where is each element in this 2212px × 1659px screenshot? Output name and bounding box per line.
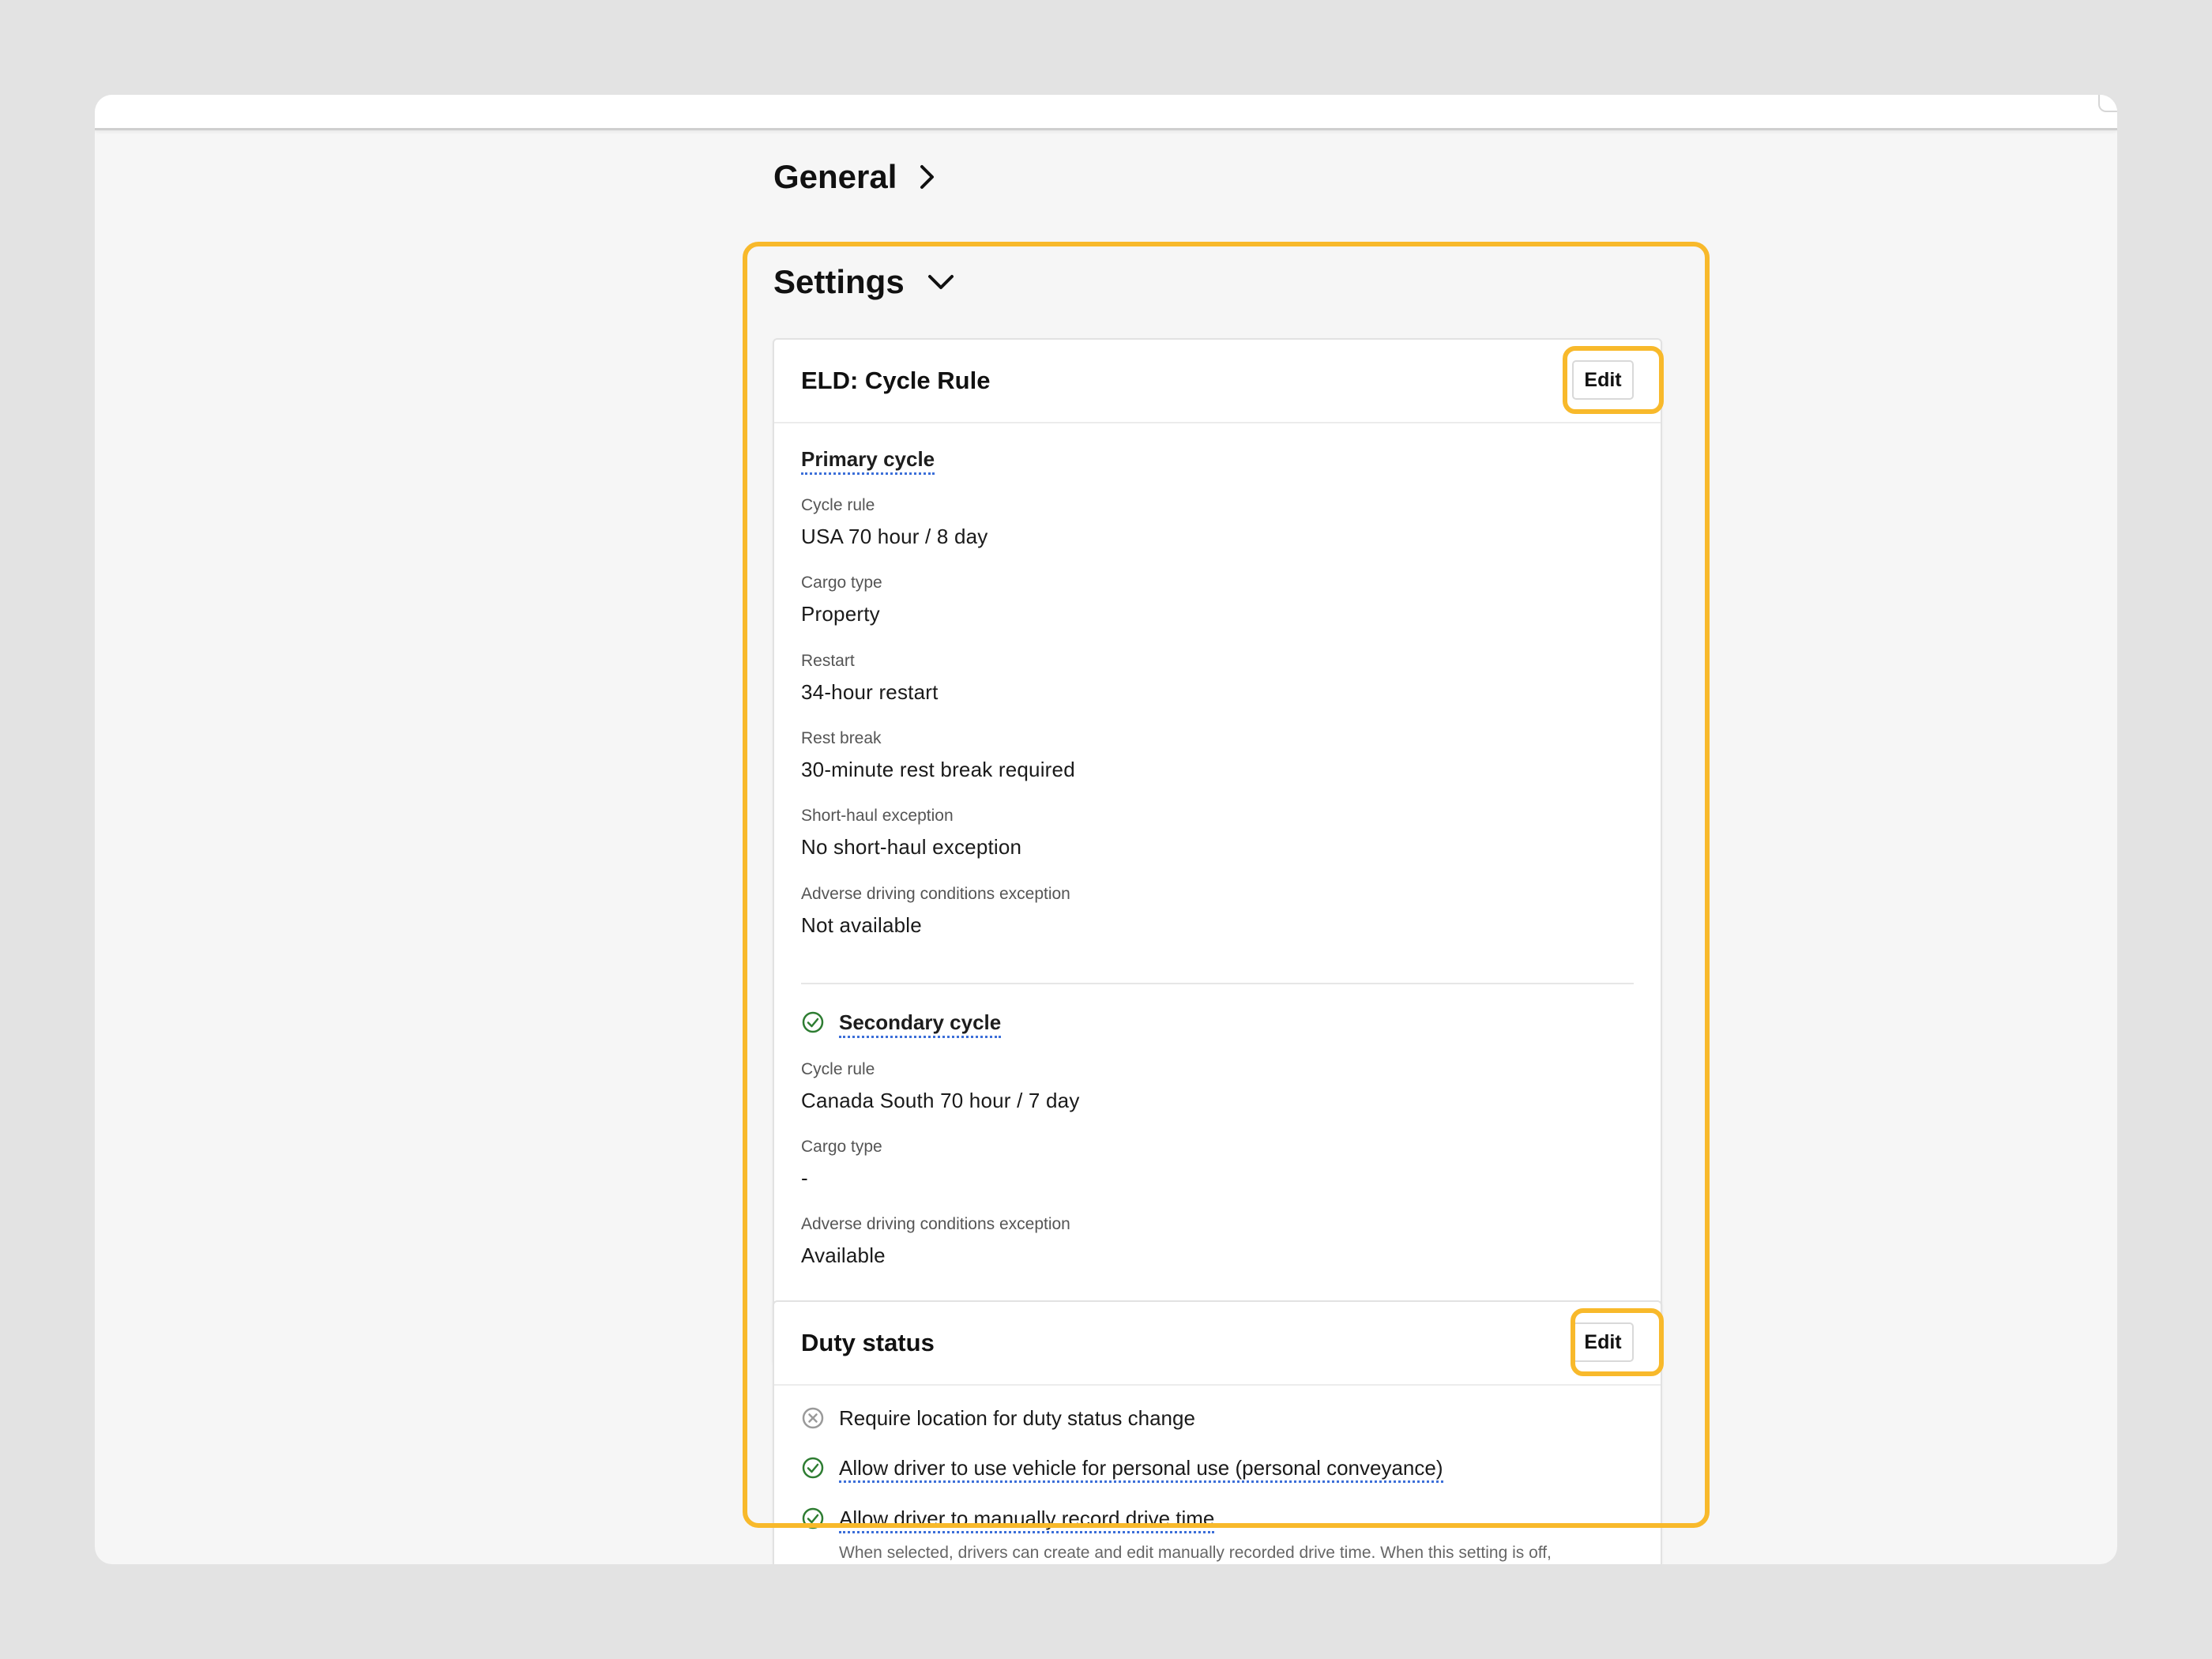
check-circle-icon — [802, 1507, 824, 1529]
duty-setting-manual-drive-time: Allow driver to manually record drive ti… — [839, 1507, 1215, 1533]
field-value: Canada South 70 hour / 7 day — [801, 1089, 1080, 1112]
chevron-down-icon — [927, 275, 954, 289]
duty-status-card: Duty status Edit Require location for du… — [773, 1300, 1664, 1564]
chevron-right-icon — [920, 165, 935, 189]
field-label: Cargo type — [801, 574, 882, 592]
cycle-rule-card-title: ELD: Cycle Rule — [801, 367, 991, 394]
field-label: Adverse driving conditions exception — [801, 1215, 1070, 1233]
top-bar — [95, 95, 2117, 130]
field-value: Property — [801, 602, 880, 626]
cycle-divider — [801, 983, 1634, 984]
field-label: Short-haul exception — [801, 807, 954, 825]
duty-status-card-header: Duty status Edit — [774, 1302, 1664, 1386]
cycle-rule-edit-button[interactable]: Edit — [1572, 360, 1634, 400]
x-circle-icon — [802, 1407, 824, 1429]
field-label: Adverse driving conditions exception — [801, 885, 1070, 903]
duty-setting-personal-conveyance: Allow driver to use vehicle for personal… — [839, 1456, 1443, 1483]
page-corner-icon — [2098, 95, 2117, 112]
cycle-rule-card: ELD: Cycle Rule Edit Primary cycle Cycle… — [773, 338, 1664, 1364]
field-label: Cargo type — [801, 1138, 882, 1156]
general-section-title: General — [773, 158, 897, 195]
field-label: Rest break — [801, 729, 882, 747]
field-value: USA 70 hour / 8 day — [801, 525, 988, 548]
field-label: Cycle rule — [801, 1060, 875, 1078]
duty-status-card-title: Duty status — [801, 1329, 935, 1356]
manual-drive-time-helper: When selected, drivers can create and ed… — [839, 1544, 1552, 1562]
field-label: Restart — [801, 652, 855, 670]
field-value: 30-minute rest break required — [801, 758, 1075, 781]
field-value: Available — [801, 1243, 886, 1267]
duty-status-edit-button[interactable]: Edit — [1572, 1322, 1634, 1362]
secondary-cycle-heading: Secondary cycle — [839, 1010, 1002, 1038]
field-value: No short-haul exception — [801, 835, 1022, 859]
settings-section-toggle[interactable]: Settings — [773, 263, 955, 301]
general-section-toggle[interactable]: General — [773, 158, 936, 196]
check-circle-icon — [802, 1457, 824, 1479]
primary-cycle-heading: Primary cycle — [801, 447, 935, 475]
field-value: Not available — [801, 913, 922, 937]
field-label: Cycle rule — [801, 496, 875, 514]
duty-setting-location: Require location for duty status change — [839, 1406, 1195, 1430]
cycle-rule-card-header: ELD: Cycle Rule Edit — [774, 340, 1664, 423]
field-value: 34-hour restart — [801, 680, 939, 704]
settings-section-title: Settings — [773, 263, 905, 300]
field-value: - — [801, 1166, 808, 1190]
app-window: General Settings ELD: Cycle Rule Edit Pr… — [95, 95, 2117, 1564]
check-circle-icon — [802, 1011, 824, 1033]
